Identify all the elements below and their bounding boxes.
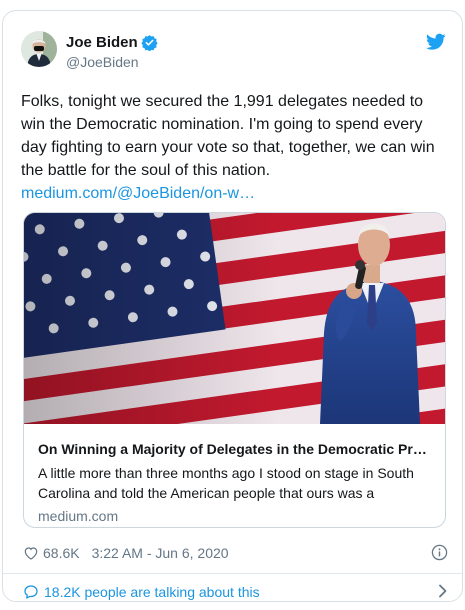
tweet-meta: 68.6K 3:22 AM - Jun 6, 2020: [23, 543, 448, 563]
tweet-text: Folks, tonight we secured the 1,991 dele…: [21, 90, 446, 205]
heart-icon[interactable]: [23, 545, 39, 561]
like-count[interactable]: 68.6K: [43, 545, 80, 561]
author-info: Joe Biden @JoeBiden: [66, 32, 158, 70]
tweet-text-line: win the Democratic nomination. I'm going…: [21, 116, 423, 133]
info-icon[interactable]: [431, 544, 448, 561]
twitter-bird-icon[interactable]: [426, 33, 446, 51]
author-name[interactable]: Joe Biden: [66, 34, 138, 51]
card-description-line: Carolina and told the American people th…: [38, 485, 375, 501]
card-body: On Winning a Majority of Delegates in th…: [24, 425, 445, 524]
card-description: A little more than three months ago I st…: [38, 463, 433, 503]
verified-badge-icon: [141, 34, 158, 51]
author-handle[interactable]: @JoeBiden: [66, 54, 158, 70]
tweet-text-line: day fighting to earn your vote so that, …: [21, 139, 435, 156]
conversation-label[interactable]: 18.2K people are talking about this: [44, 584, 260, 600]
embedded-tweet: Joe Biden @JoeBiden Folks, tonight we se…: [2, 10, 463, 602]
tweet-link[interactable]: medium.com/@JoeBiden/on-w…: [21, 182, 446, 205]
link-preview-card[interactable]: On Winning a Majority of Delegates in th…: [23, 212, 446, 528]
card-description-line: A little more than three months ago I st…: [38, 465, 414, 481]
tweet-timestamp[interactable]: 3:22 AM - Jun 6, 2020: [92, 545, 229, 561]
chevron-right-icon[interactable]: [438, 584, 448, 598]
avatar[interactable]: [21, 31, 57, 67]
card-image[interactable]: [24, 213, 445, 424]
comment-bubble-icon: [23, 584, 39, 600]
tweet-header: Joe Biden @JoeBiden: [21, 31, 446, 71]
card-title[interactable]: On Winning a Majority of Delegates in th…: [38, 440, 433, 458]
card-domain: medium.com: [38, 508, 119, 524]
tweet-text-line: Folks, tonight we secured the 1,991 dele…: [21, 93, 424, 110]
conversation-link[interactable]: 18.2K people are talking about this: [23, 581, 448, 601]
tweet-text-line: the battle for the soul of this nation.: [21, 162, 271, 179]
divider: [3, 573, 462, 574]
